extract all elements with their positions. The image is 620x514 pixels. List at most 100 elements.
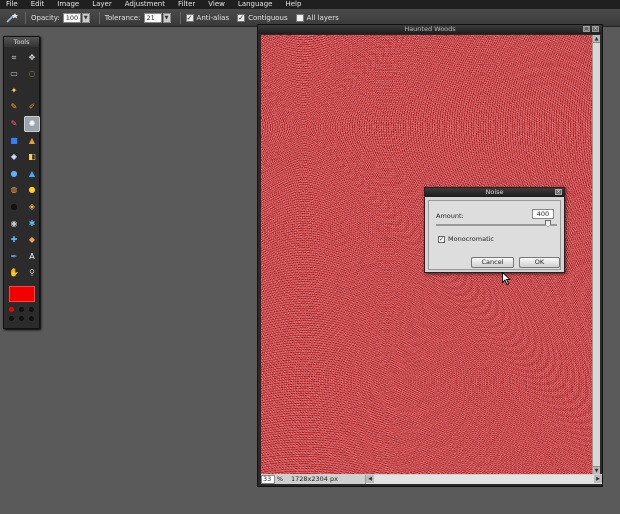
all-layers-option[interactable]: All layers bbox=[295, 13, 339, 22]
vertical-scrollbar[interactable]: ▲ ▼ bbox=[592, 35, 600, 474]
move-icon: ✥ bbox=[28, 52, 36, 62]
contiguous-option[interactable]: ✓ Contiguous bbox=[237, 13, 288, 22]
monochromatic-option[interactable]: ✓ Monocromatic bbox=[438, 235, 494, 243]
tool-bloat-button[interactable]: ✚ bbox=[6, 233, 22, 248]
tool-magic-wand-button[interactable]: ✺ bbox=[24, 116, 40, 132]
burn-icon: ◈ bbox=[28, 201, 36, 211]
tool-rect-select-button[interactable]: ▭ bbox=[6, 67, 22, 82]
all-layers-label: All layers bbox=[306, 13, 339, 22]
tool-crop-button[interactable]: ⌗ bbox=[6, 50, 22, 65]
scroll-up-icon[interactable]: ▲ bbox=[593, 35, 600, 43]
crop-icon: ⌗ bbox=[11, 52, 17, 62]
menu-item-edit[interactable]: Edit bbox=[25, 0, 52, 9]
zoom-icon: ⚲ bbox=[29, 268, 35, 278]
magic-wand-icon-small: ✦ bbox=[10, 85, 18, 95]
color-preset-dot[interactable] bbox=[9, 307, 14, 312]
scroll-right-icon[interactable]: ▶ bbox=[594, 474, 602, 483]
tool-move-button[interactable]: ✥ bbox=[24, 50, 40, 65]
tool-burn-button[interactable]: ◈ bbox=[24, 199, 40, 214]
tool-smudge-button[interactable]: ◍ bbox=[6, 183, 22, 198]
menu-item-filter[interactable]: Filter bbox=[172, 0, 202, 9]
brush-icon: ✐ bbox=[28, 102, 36, 112]
tool-zoom-button[interactable]: ⚲ bbox=[24, 266, 40, 281]
tool-replace-color-button[interactable]: ◧ bbox=[24, 150, 40, 165]
gradient-icon: ■ bbox=[10, 135, 18, 145]
menu-item-view[interactable]: View bbox=[202, 0, 232, 9]
sponge-icon: ● bbox=[28, 185, 36, 195]
antialias-label: Anti-alias bbox=[196, 13, 230, 22]
amount-input[interactable]: 400 bbox=[532, 209, 554, 219]
menu-item-help[interactable]: Help bbox=[279, 0, 308, 9]
smudge-icon: ◍ bbox=[10, 185, 18, 195]
maximize-icon[interactable]: □ bbox=[583, 26, 590, 32]
spot-heal-icon: ✱ bbox=[28, 218, 36, 228]
ok-button[interactable]: OK bbox=[519, 257, 560, 268]
image-dimensions: 1728x2304 px bbox=[291, 475, 338, 483]
tools-panel-title: Tools bbox=[4, 37, 39, 47]
antialias-checkbox[interactable]: ✓ bbox=[185, 13, 194, 22]
tool-type-button[interactable]: A bbox=[24, 249, 40, 264]
tool-spot-heal-button[interactable]: ✱ bbox=[24, 216, 40, 231]
document-title-bar: Haunted Woods □ × bbox=[258, 25, 602, 34]
paint-bucket-icon: ◆ bbox=[10, 152, 18, 162]
color-picker-icon: ✒ bbox=[10, 251, 18, 261]
tool-paint-bucket-button[interactable]: ◆ bbox=[6, 150, 22, 165]
cancel-button[interactable]: Cancel bbox=[471, 257, 514, 268]
menu-item-adjustment[interactable]: Adjustment bbox=[119, 0, 172, 9]
tolerance-dropdown[interactable]: ▼ bbox=[162, 12, 171, 23]
antialias-option[interactable]: ✓ Anti-alias bbox=[185, 13, 230, 22]
tolerance-input[interactable]: 21 bbox=[143, 12, 162, 23]
monochromatic-checkbox[interactable]: ✓ bbox=[438, 235, 445, 243]
tool-hand-button[interactable]: ✋ bbox=[6, 266, 22, 281]
scroll-down-icon[interactable]: ▼ bbox=[593, 466, 600, 474]
hand-icon: ✋ bbox=[9, 268, 19, 278]
color-preset-dot[interactable] bbox=[19, 307, 24, 312]
tool-slot bbox=[24, 83, 40, 98]
stamp-icon: ▲ bbox=[28, 135, 36, 145]
magic-wand-icon[interactable] bbox=[4, 11, 20, 25]
close-icon[interactable]: × bbox=[592, 26, 599, 32]
color-preset-dot[interactable] bbox=[9, 316, 14, 321]
tool-dodge-button[interactable]: ● bbox=[6, 199, 22, 214]
menu-item-language[interactable]: Language bbox=[232, 0, 280, 9]
color-preset-dot[interactable] bbox=[29, 316, 34, 321]
bloat-icon: ✚ bbox=[10, 235, 18, 245]
dialog-title-bar[interactable]: Noise × bbox=[425, 188, 564, 197]
amount-slider-track[interactable] bbox=[436, 224, 557, 226]
tool-color-picker-button[interactable]: ✒ bbox=[6, 249, 22, 264]
menu-item-layer[interactable]: Layer bbox=[86, 0, 119, 9]
document-title: Haunted Woods bbox=[404, 25, 456, 33]
tool-sponge-button[interactable]: ● bbox=[24, 183, 40, 198]
menu-item-image[interactable]: Image bbox=[51, 0, 86, 9]
scroll-left-icon[interactable]: ◀ bbox=[366, 474, 374, 483]
all-layers-checkbox[interactable] bbox=[295, 13, 304, 22]
drop-icon: ● bbox=[10, 168, 18, 178]
tool-stamp-button[interactable]: ▲ bbox=[24, 133, 40, 148]
tool-magic-wand-small-button[interactable]: ✦ bbox=[6, 83, 22, 98]
tolerance-label: Tolerance: bbox=[104, 13, 141, 22]
color-preset-dot[interactable] bbox=[19, 316, 24, 321]
tool-pinch-button[interactable]: ◆ bbox=[24, 233, 40, 248]
horizontal-scrollbar[interactable]: ◀ ▶ bbox=[365, 474, 602, 484]
tool-sharpen-button[interactable]: ▲ bbox=[24, 166, 40, 181]
eraser-icon: ✎ bbox=[10, 119, 18, 129]
menu-item-file[interactable]: File bbox=[0, 0, 25, 9]
opacity-label: Opacity: bbox=[31, 13, 60, 22]
tool-red-eye-button[interactable]: ◉ bbox=[6, 216, 22, 231]
dialog-body: Amount: 400 ✓ Monocromatic Cancel OK bbox=[428, 200, 561, 270]
foreground-color-swatch[interactable] bbox=[9, 286, 35, 302]
noise-dialog: Noise × Amount: 400 ✓ Monocromatic Cance… bbox=[424, 187, 565, 273]
tool-lasso-button[interactable]: ◌ bbox=[24, 67, 40, 82]
color-preset-dot[interactable] bbox=[29, 307, 34, 312]
close-icon[interactable]: × bbox=[555, 189, 562, 195]
tool-pencil-button[interactable]: ✎ bbox=[6, 100, 22, 115]
zoom-input[interactable]: 33 bbox=[261, 474, 275, 484]
opacity-dropdown[interactable]: ▼ bbox=[81, 12, 90, 23]
contiguous-checkbox[interactable]: ✓ bbox=[237, 13, 246, 22]
tools-panel: Tools ⌗ ✥ ▭ ◌ ✦ ✎ ✐ ✎ ✺ ■ ▲ ◆ ◧ ● ▲ ◍ ● ● ◈ ◉ ✱ ✚ ◆ ✒ A ✋ ⚲ bbox=[3, 36, 40, 329]
opacity-input[interactable]: 100 bbox=[62, 12, 81, 23]
tool-drop-button[interactable]: ● bbox=[6, 166, 22, 181]
tool-eraser-button[interactable]: ✎ bbox=[6, 116, 22, 131]
tool-brush-button[interactable]: ✐ bbox=[24, 100, 40, 115]
tool-gradient-button[interactable]: ■ bbox=[6, 133, 22, 148]
